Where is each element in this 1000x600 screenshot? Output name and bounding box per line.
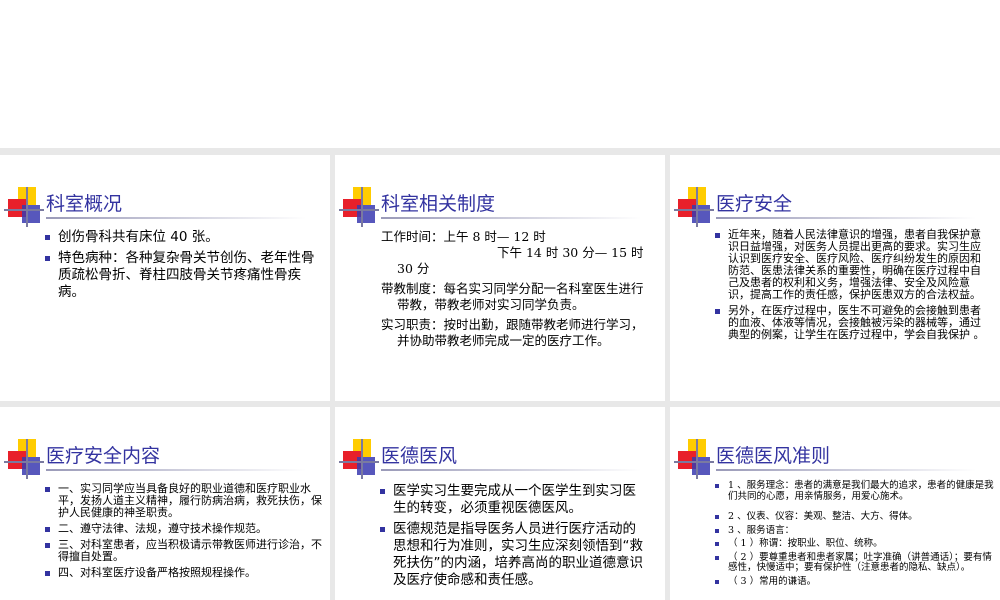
slide-title: 科室概况 (46, 193, 123, 215)
title-divider (716, 469, 976, 471)
slide-decoration-icon (339, 187, 379, 227)
slide-decoration-icon (674, 439, 714, 479)
work-time-line: 30 分 (397, 261, 430, 276)
list-item: 二、遵守法律、法规，遵守技术操作规范。 (44, 523, 322, 535)
title-divider (381, 469, 641, 471)
slide-thumbnail-4[interactable]: 医疗安全内容 一、实习同学应当具备良好的职业道德和医疗职业水平，发扬人道主义精神… (0, 407, 330, 600)
work-time-line: 工作时间：上午 8 时— 12 时 (381, 229, 546, 244)
slide-title: 医德医风准则 (716, 445, 831, 467)
slide-title: 医疗安全内容 (46, 445, 161, 467)
bullet-list: 创伤骨科共有床位 40 张。 特色病种：各种复杂骨关节创伤、老年性骨质疏松骨折、… (44, 229, 320, 301)
slide-decoration-icon (4, 439, 44, 479)
slide-title: 医疗安全 (716, 193, 793, 215)
slide-thumbnail-1[interactable]: 科室概况 创伤骨科共有床位 40 张。 特色病种：各种复杂骨关节创伤、老年性骨质… (0, 155, 330, 401)
list-item: （ 3 ）常用的谦语。 (714, 576, 996, 588)
list-item: 创伤骨科共有床位 40 张。 (44, 229, 320, 246)
list-item: （ 2 ）要尊重患者和患者家属；吐字准确（讲普通话）；要有情感性，快慢适中；要有… (714, 552, 996, 574)
bullet-list: 医学实习生要完成从一个医学生到实习医生的转变，必须重视医德医风。 医德规范是指导… (379, 483, 649, 589)
slide-title: 医德医风 (381, 445, 458, 467)
list-item: 3 、服务语言： (714, 525, 996, 537)
title-divider (716, 217, 976, 219)
slide-decoration-icon (339, 439, 379, 479)
slide-decoration-icon (4, 187, 44, 227)
bullet-list: 近年来，随着人民法律意识的增强，患者自我保护意识日益增强，对医务人员提出更高的要… (714, 229, 988, 341)
duty-rule: 实习职责：按时出勤，跟随带教老师进行学习，并协助带教老师完成一定的医疗工作。 (381, 317, 644, 348)
teaching-rule: 带教制度：每名实习同学分配一名科室医生进行带教，带教老师对实习同学负责。 (381, 281, 644, 312)
title-divider (46, 217, 306, 219)
list-item: 医德规范是指导医务人员进行医疗活动的思想和行为准则，实习生应深刻领悟到“救死扶伤… (379, 521, 649, 589)
list-item: 四、对科室医疗设备严格按照规程操作。 (44, 567, 322, 579)
list-item: 另外，在医疗过程中，医生不可避免的会接触到患者的血液、体液等情况，会接触被污染的… (714, 305, 988, 341)
slide-title: 科室相关制度 (381, 193, 496, 215)
title-divider (381, 217, 641, 219)
list-item: 特色病种：各种复杂骨关节创伤、老年性骨质疏松骨折、脊柱四肢骨关节疼痛性骨疾病。 (44, 250, 320, 301)
list-item: 2 、仪表、仪容：美观、整洁、大方、得体。 (714, 511, 996, 523)
list-item: 近年来，随着人民法律意识的增强，患者自我保护意识日益增强，对医务人员提出更高的要… (714, 229, 988, 301)
list-item: 一、实习同学应当具备良好的职业道德和医疗职业水平，发扬人道主义精神，履行防病治病… (44, 483, 322, 519)
slide-decoration-icon (674, 187, 714, 227)
work-time-line: 下午 14 时 30 分— 15 时 (497, 245, 644, 260)
title-divider (46, 469, 306, 471)
list-item: 医学实习生要完成从一个医学生到实习医生的转变，必须重视医德医风。 (379, 483, 649, 517)
bullet-list: 1 、服务理念：患者的满意是我们最大的追求，患者的健康是我们共同的心愿，用亲情服… (714, 480, 996, 588)
list-item: （ 1 ）称谓：按职业、职位、统称。 (714, 538, 996, 550)
slide-thumbnail-2[interactable]: 科室相关制度 工作时间：上午 8 时— 12 时 下午 14 时 30 分— 1… (335, 155, 665, 401)
slide-thumbnail-6[interactable]: 医德医风准则 1 、服务理念：患者的满意是我们最大的追求，患者的健康是我们共同的… (670, 407, 1000, 600)
bullet-list: 一、实习同学应当具备良好的职业道德和医疗职业水平，发扬人道主义精神，履行防病治病… (44, 483, 322, 579)
list-item: 三、对科室患者，应当积极请示带教医师进行诊治，不得擅自处置。 (44, 539, 322, 563)
slide-thumbnail-5[interactable]: 医德医风 医学实习生要完成从一个医学生到实习医生的转变，必须重视医德医风。 医德… (335, 407, 665, 600)
list-item: 1 、服务理念：患者的满意是我们最大的追求，患者的健康是我们共同的心愿，用亲情服… (714, 480, 996, 502)
slide-thumbnail-3[interactable]: 医疗安全 近年来，随着人民法律意识的增强，患者自我保护意识日益增强，对医务人员提… (670, 155, 1000, 401)
top-blank-area (0, 0, 1000, 148)
